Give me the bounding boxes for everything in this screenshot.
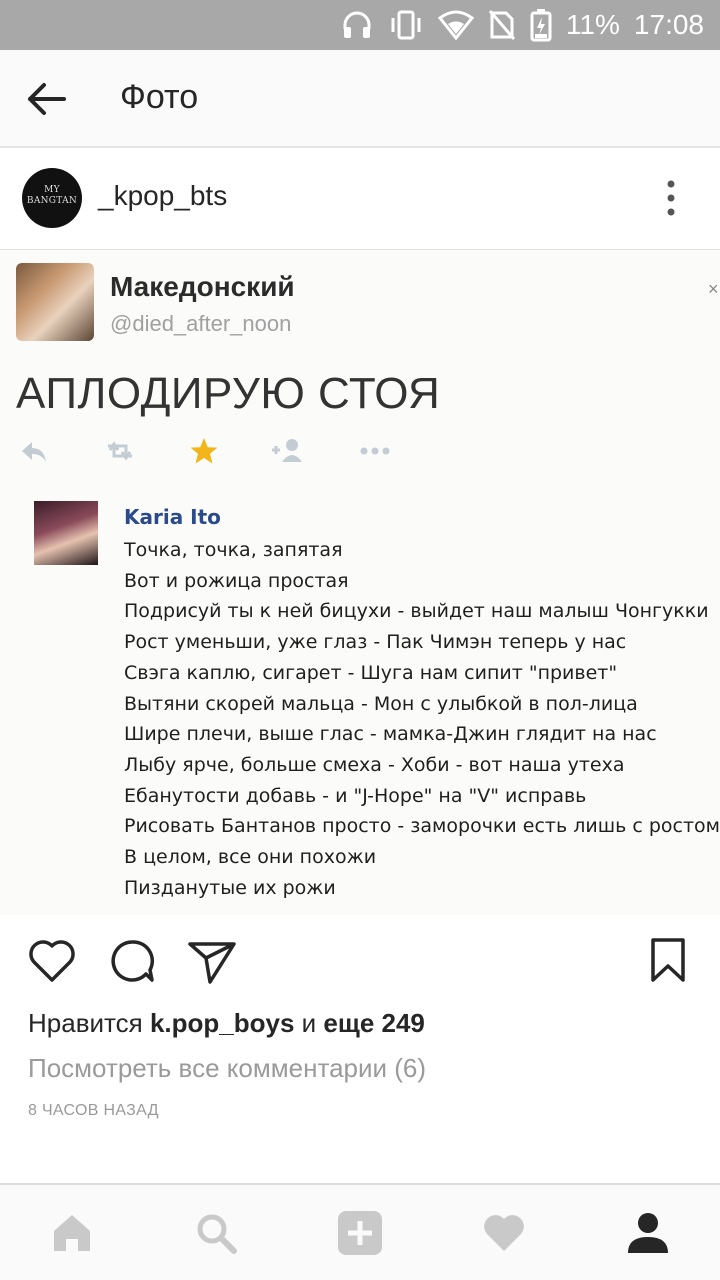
more-horizontal-icon [358,436,392,471]
search-icon [197,1214,237,1254]
poem-line: Пизданутые их рожи [124,876,336,899]
battery-percent: 11% [565,9,620,40]
inner-post-text: Точка, точка, запятая Вот и рожица прост… [124,535,720,903]
bottom-nav [0,1183,720,1280]
tweet-author-handle: @died_after_noon [110,311,292,336]
poem-line: Рисовать Бантанов просто - заморочки ест… [124,815,720,838]
add-icon [338,1211,382,1255]
home-icon [54,1215,90,1251]
poem-line: Лыбу ярче, больше смеха - Хоби - вот наш… [124,753,625,776]
poem-line: Вытяни скорей мальца - Мон с улыбкой в п… [124,692,638,715]
wifi-icon [437,10,474,40]
likes-summary[interactable]: Нравится k.pop_boys и еще 249 [28,1008,425,1039]
view-comments-link[interactable]: Посмотреть все комментарии (6) [28,1053,426,1084]
poem-line: Подрисуй ты к ней бицухи - выйдет наш ма… [124,600,709,623]
inner-post-author: Karia Ito [124,505,221,529]
comment-icon [111,940,155,982]
top-bar: Фото [0,50,720,148]
tweet-author-name: Македонский [110,271,295,302]
nav-profile[interactable] [624,1209,672,1257]
post-header: MY BANGTAN _kpop_bts [0,150,720,250]
avatar-logo-line2: BANGTAN [26,196,78,206]
heart-icon [29,940,75,982]
battery-icon [530,8,552,42]
follow-icon [270,436,306,471]
comment-button[interactable] [106,936,158,991]
save-button[interactable] [648,936,688,991]
activity-heart-icon [484,1215,524,1251]
nav-activity[interactable] [480,1209,528,1257]
likes-middle: и [294,1008,324,1038]
tweet-avatar [16,263,94,341]
avatar-logo-line1: MY [44,185,60,195]
share-button[interactable] [186,936,238,991]
poem-line: Рост уменьши, уже глаз - Пак Чимэн тепер… [124,631,627,654]
more-options-button[interactable] [658,178,684,218]
more-vertical-icon [667,180,675,216]
tweet-actions [16,436,416,472]
clock: 17:08 [633,9,704,40]
avatar[interactable]: MY BANGTAN [22,168,82,228]
bookmark-icon [651,938,685,982]
poem-line: Ебанутости добавь - и "J-Hope" на "V" ис… [124,784,587,807]
nav-search[interactable] [192,1209,240,1257]
vibrate-icon [388,8,424,42]
send-icon [188,942,236,984]
back-button[interactable] [24,77,72,121]
reply-icon [18,436,50,471]
poem-line: Шире плечи, выше глас - мамка-Джин гляди… [124,723,657,746]
poem-line: Точка, точка, запятая [124,539,343,561]
likes-prefix: Нравится [28,1008,150,1038]
poem-line: В целом, все они похожи [124,846,377,869]
post-photo[interactable]: Македонский @died_after_noon × АПЛОДИРУЮ… [0,251,720,915]
likes-more[interactable]: еще 249 [323,1008,424,1038]
inner-post-avatar [34,501,98,565]
tweet-close-mark: × [708,279,719,299]
star-icon [188,436,220,471]
status-bar: 11% 17:08 [0,0,720,50]
likes-user[interactable]: k.pop_boys [150,1008,294,1038]
page-title: Фото [120,78,199,116]
poem-line: Вот и рожица простая [124,569,349,592]
like-button[interactable] [26,936,78,991]
post-timestamp: 8 ЧАСОВ НАЗАД [28,1102,159,1119]
nav-add[interactable] [336,1209,384,1257]
retweet-icon [102,436,138,471]
tweet-text: АПЛОДИРУЮ СТОЯ [16,369,441,418]
headphones-icon [340,8,374,42]
post-actions [0,930,720,994]
no-sim-icon [488,9,516,41]
username[interactable]: _kpop_bts [98,180,227,212]
nav-home[interactable] [48,1209,96,1257]
profile-icon [628,1213,668,1253]
poem-line: Свэга каплю, сигарет - Шуга нам сипит "п… [124,661,618,684]
arrow-left-icon [28,83,66,115]
